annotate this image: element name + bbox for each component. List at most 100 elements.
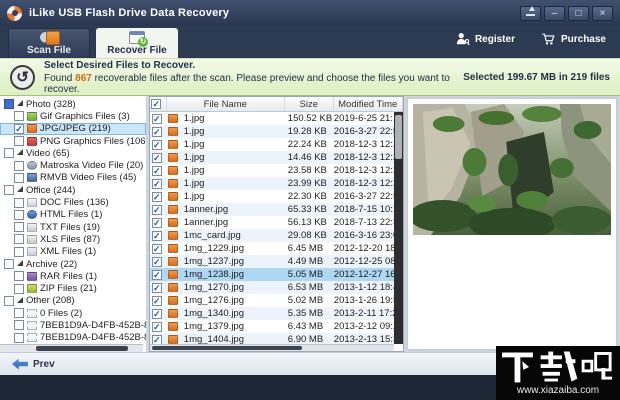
table-row[interactable]: ✓1mg_1238.jpg5.05 MB2012-12-27 16:38:44 (150, 268, 394, 281)
tab-scan-file[interactable]: Scan File (8, 28, 90, 58)
checkbox[interactable] (14, 136, 24, 146)
expander-icon[interactable] (17, 100, 23, 106)
checkbox[interactable] (14, 333, 24, 343)
checkbox[interactable] (14, 271, 24, 281)
row-checkbox[interactable]: ✓ (152, 257, 162, 267)
register-button[interactable]: Register (456, 32, 515, 46)
table-horizontal-scrollbar[interactable] (150, 344, 394, 351)
checkbox[interactable] (4, 296, 14, 306)
table-row[interactable]: ✓1anner.jpg65.33 KB2018-7-15 10:18:58 (150, 203, 394, 216)
table-row[interactable]: ✓1.jpg150.52 KB2019-6-25 21:10:14 (150, 112, 394, 125)
checkbox[interactable] (14, 173, 24, 183)
tree-item-matroska-video-file[interactable]: Matroska Video File (20) (0, 159, 146, 171)
tree-item-txt-files[interactable]: TXT Files (19) (0, 221, 146, 233)
checkbox[interactable] (14, 320, 24, 330)
expander-icon[interactable] (17, 149, 23, 155)
row-checkbox[interactable]: ✓ (152, 218, 162, 228)
tree-item-archive[interactable]: Archive (22) (0, 258, 146, 270)
column-header-size[interactable]: Size (285, 97, 334, 111)
tree-item-doc-files[interactable]: DOC Files (136) (0, 196, 146, 208)
tree-item-gif-graphics-files[interactable]: Gif Graphics Files (3) (0, 110, 146, 122)
tree-item-html-files[interactable]: HTML Files (1) (0, 209, 146, 221)
table-row[interactable]: ✓1mg_1379.jpg6.43 MB2013-2-12 09:20:40 (150, 320, 394, 333)
table-row[interactable]: ✓1.jpg19.28 KB2016-3-27 22:54:34 (150, 125, 394, 138)
tree-item-zip-files[interactable]: ZIP Files (21) (0, 282, 146, 294)
row-checkbox[interactable]: ✓ (152, 127, 162, 137)
purchase-button[interactable]: Purchase (541, 32, 606, 46)
tree-item-0-files[interactable]: 0 Files (2) (0, 307, 146, 319)
row-checkbox[interactable]: ✓ (152, 335, 162, 345)
checkbox[interactable] (4, 185, 14, 195)
checkbox[interactable] (4, 148, 14, 158)
table-row[interactable]: ✓1mg_1237.jpg4.49 MB2012-12-25 08:18:20 (150, 255, 394, 268)
table-row[interactable]: ✓1anner.jpg56.13 KB2018-7-13 22:30:48 (150, 216, 394, 229)
row-checkbox[interactable]: ✓ (152, 179, 162, 189)
row-checkbox[interactable]: ✓ (152, 192, 162, 202)
row-checkbox[interactable]: ✓ (152, 140, 162, 150)
checkbox[interactable] (14, 284, 24, 294)
row-checkbox[interactable]: ✓ (152, 205, 162, 215)
row-checkbox[interactable]: ✓ (152, 166, 162, 176)
row-checkbox[interactable]: ✓ (152, 283, 162, 293)
table-row[interactable]: ✓1.jpg23.99 KB2018-12-3 12:22:42 (150, 177, 394, 190)
select-all-checkbox[interactable]: ✓ (151, 99, 161, 109)
checkbox[interactable] (14, 210, 24, 220)
table-row[interactable]: ✓1mg_1270.jpg6.53 MB2013-1-12 18:42:12 (150, 281, 394, 294)
expander-icon[interactable] (17, 260, 23, 266)
table-vertical-scrollbar[interactable] (394, 112, 403, 344)
table-row[interactable]: ✓1mg_1404.jpg6.90 MB2013-2-13 15:30:06 (150, 333, 394, 344)
tree-item-xml-files[interactable]: XML Files (1) (0, 246, 146, 258)
tree-horizontal-scrollbar[interactable] (0, 344, 143, 352)
tree-scrollbar-thumb[interactable] (36, 346, 128, 351)
checkbox[interactable] (14, 161, 24, 171)
tree-item-jpg-jpeg[interactable]: ✓JPG/JPEG (219) (0, 123, 146, 135)
row-checkbox[interactable]: ✓ (152, 114, 162, 124)
checkbox[interactable] (14, 222, 24, 232)
table-row[interactable]: ✓1.jpg22.24 KB2018-12-3 12:22:14 (150, 138, 394, 151)
column-header-file-name[interactable]: File Name (167, 97, 285, 111)
tree-item-xls-files[interactable]: XLS Files (87) (0, 233, 146, 245)
minimize-button[interactable]: – (544, 6, 565, 21)
table-vscrollbar-thumb[interactable] (395, 115, 402, 159)
checkbox[interactable] (4, 99, 14, 109)
close-button[interactable]: × (592, 6, 613, 21)
prev-button[interactable]: Prev (12, 359, 55, 370)
table-row[interactable]: ✓1mg_1276.jpg5.02 MB2013-1-26 19:58:40 (150, 294, 394, 307)
maximize-button[interactable]: □ (568, 6, 589, 21)
checkbox[interactable] (14, 198, 24, 208)
row-checkbox[interactable]: ✓ (152, 231, 162, 241)
row-checkbox[interactable]: ✓ (152, 244, 162, 254)
update-button[interactable] (520, 6, 541, 21)
expander-icon[interactable] (17, 297, 23, 303)
row-checkbox[interactable]: ✓ (152, 296, 162, 306)
row-checkbox[interactable]: ✓ (152, 153, 162, 163)
checkbox[interactable] (4, 259, 14, 269)
table-row[interactable]: ✓1mg_1229.jpg6.45 MB2012-12-20 18:48:22 (150, 242, 394, 255)
expander-icon[interactable] (17, 186, 23, 192)
checkbox[interactable]: ✓ (14, 124, 24, 134)
tree-item-7beb1d9a-d4fb-452b-881b-a1cec7d2[interactable]: 7BEB1D9A-D4FB-452B-881B-A1CEC7D2 (0, 332, 146, 344)
tree-item-rmvb-video-files[interactable]: RMVB Video Files (45) (0, 172, 146, 184)
table-row[interactable]: ✓1.jpg23.58 KB2018-12-3 12:22:48 (150, 164, 394, 177)
checkbox[interactable] (14, 308, 24, 318)
tree-item-other[interactable]: Other (208) (0, 295, 146, 307)
table-row[interactable]: ✓1mc_card.jpg29.08 KB2016-3-16 23:06:28 (150, 229, 394, 242)
row-checkbox[interactable]: ✓ (152, 270, 162, 280)
table-row[interactable]: ✓1.jpg22.30 KB2016-3-27 22:50:50 (150, 190, 394, 203)
tab-recover-file[interactable]: Recover File (96, 28, 178, 58)
tree-item-7beb1d9a-d4fb-452b-881b-a1cec7d2[interactable]: 7BEB1D9A-D4FB-452B-881B-A1CEC7D2 (0, 319, 146, 331)
tree-item-video[interactable]: Video (65) (0, 147, 146, 159)
table-hscrollbar-thumb[interactable] (152, 346, 302, 350)
tree-item-photo[interactable]: Photo (328) (0, 98, 146, 110)
row-checkbox[interactable]: ✓ (152, 309, 162, 319)
table-row[interactable]: ✓1.jpg14.46 KB2018-12-3 12:20:28 (150, 151, 394, 164)
tree-item-rar-files[interactable]: RAR Files (1) (0, 270, 146, 282)
table-row[interactable]: ✓1mg_1340.jpg5.35 MB2013-2-11 17:28:24 (150, 307, 394, 320)
checkbox[interactable] (14, 111, 24, 121)
tree-item-png-graphics-files[interactable]: PNG Graphics Files (106) (0, 135, 146, 147)
row-checkbox[interactable]: ✓ (152, 322, 162, 332)
column-header-modified-time[interactable]: Modified Time (334, 97, 403, 111)
checkbox[interactable] (14, 247, 24, 257)
checkbox[interactable] (14, 234, 24, 244)
tree-item-office[interactable]: Office (244) (0, 184, 146, 196)
